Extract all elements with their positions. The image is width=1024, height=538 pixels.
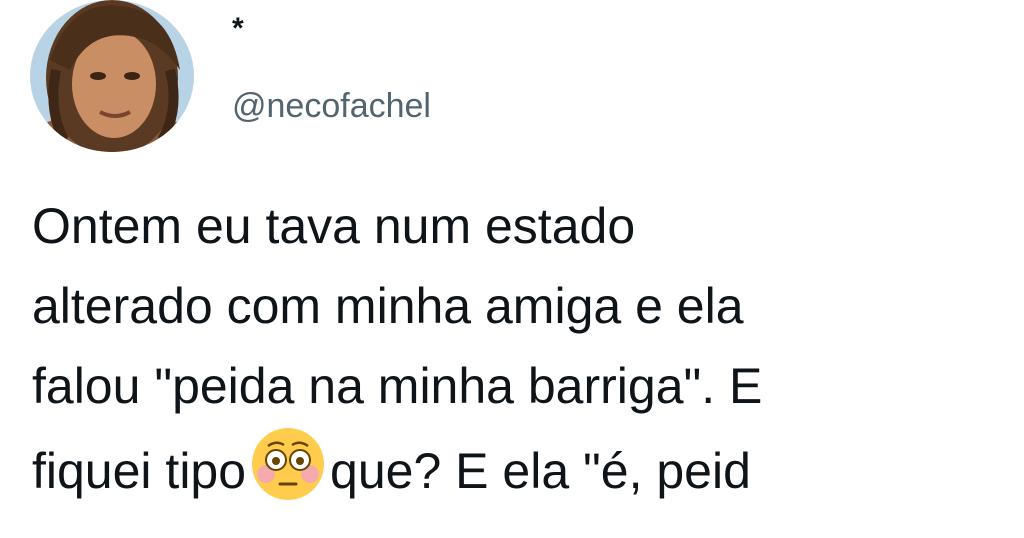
tweet-text-line: alterado com minha amiga e ela [32,278,744,334]
tweet-text-segment: fiquei tipo [32,443,247,499]
tweet-text-line: Ontem eu tava num estado [32,198,636,254]
author-display-name[interactable]: * [232,14,244,44]
author-handle[interactable]: @necofachel [232,86,431,126]
avatar[interactable] [30,0,194,152]
tweet-text: Ontem eu tava num estado alterado com mi… [32,186,1024,506]
tweet-text-line-with-emoji: fiquei tipo que? E ela "é, peid [32,426,1024,506]
tweet-card: * @necofachel Ontem eu tava num estado a… [0,0,1024,538]
avatar-photo [30,0,194,152]
flushed-face-icon [252,428,325,500]
tweet-text-segment: que? E ela "é, peid [330,443,751,499]
tweet-text-line: falou "peida na minha barriga". E [32,358,763,414]
